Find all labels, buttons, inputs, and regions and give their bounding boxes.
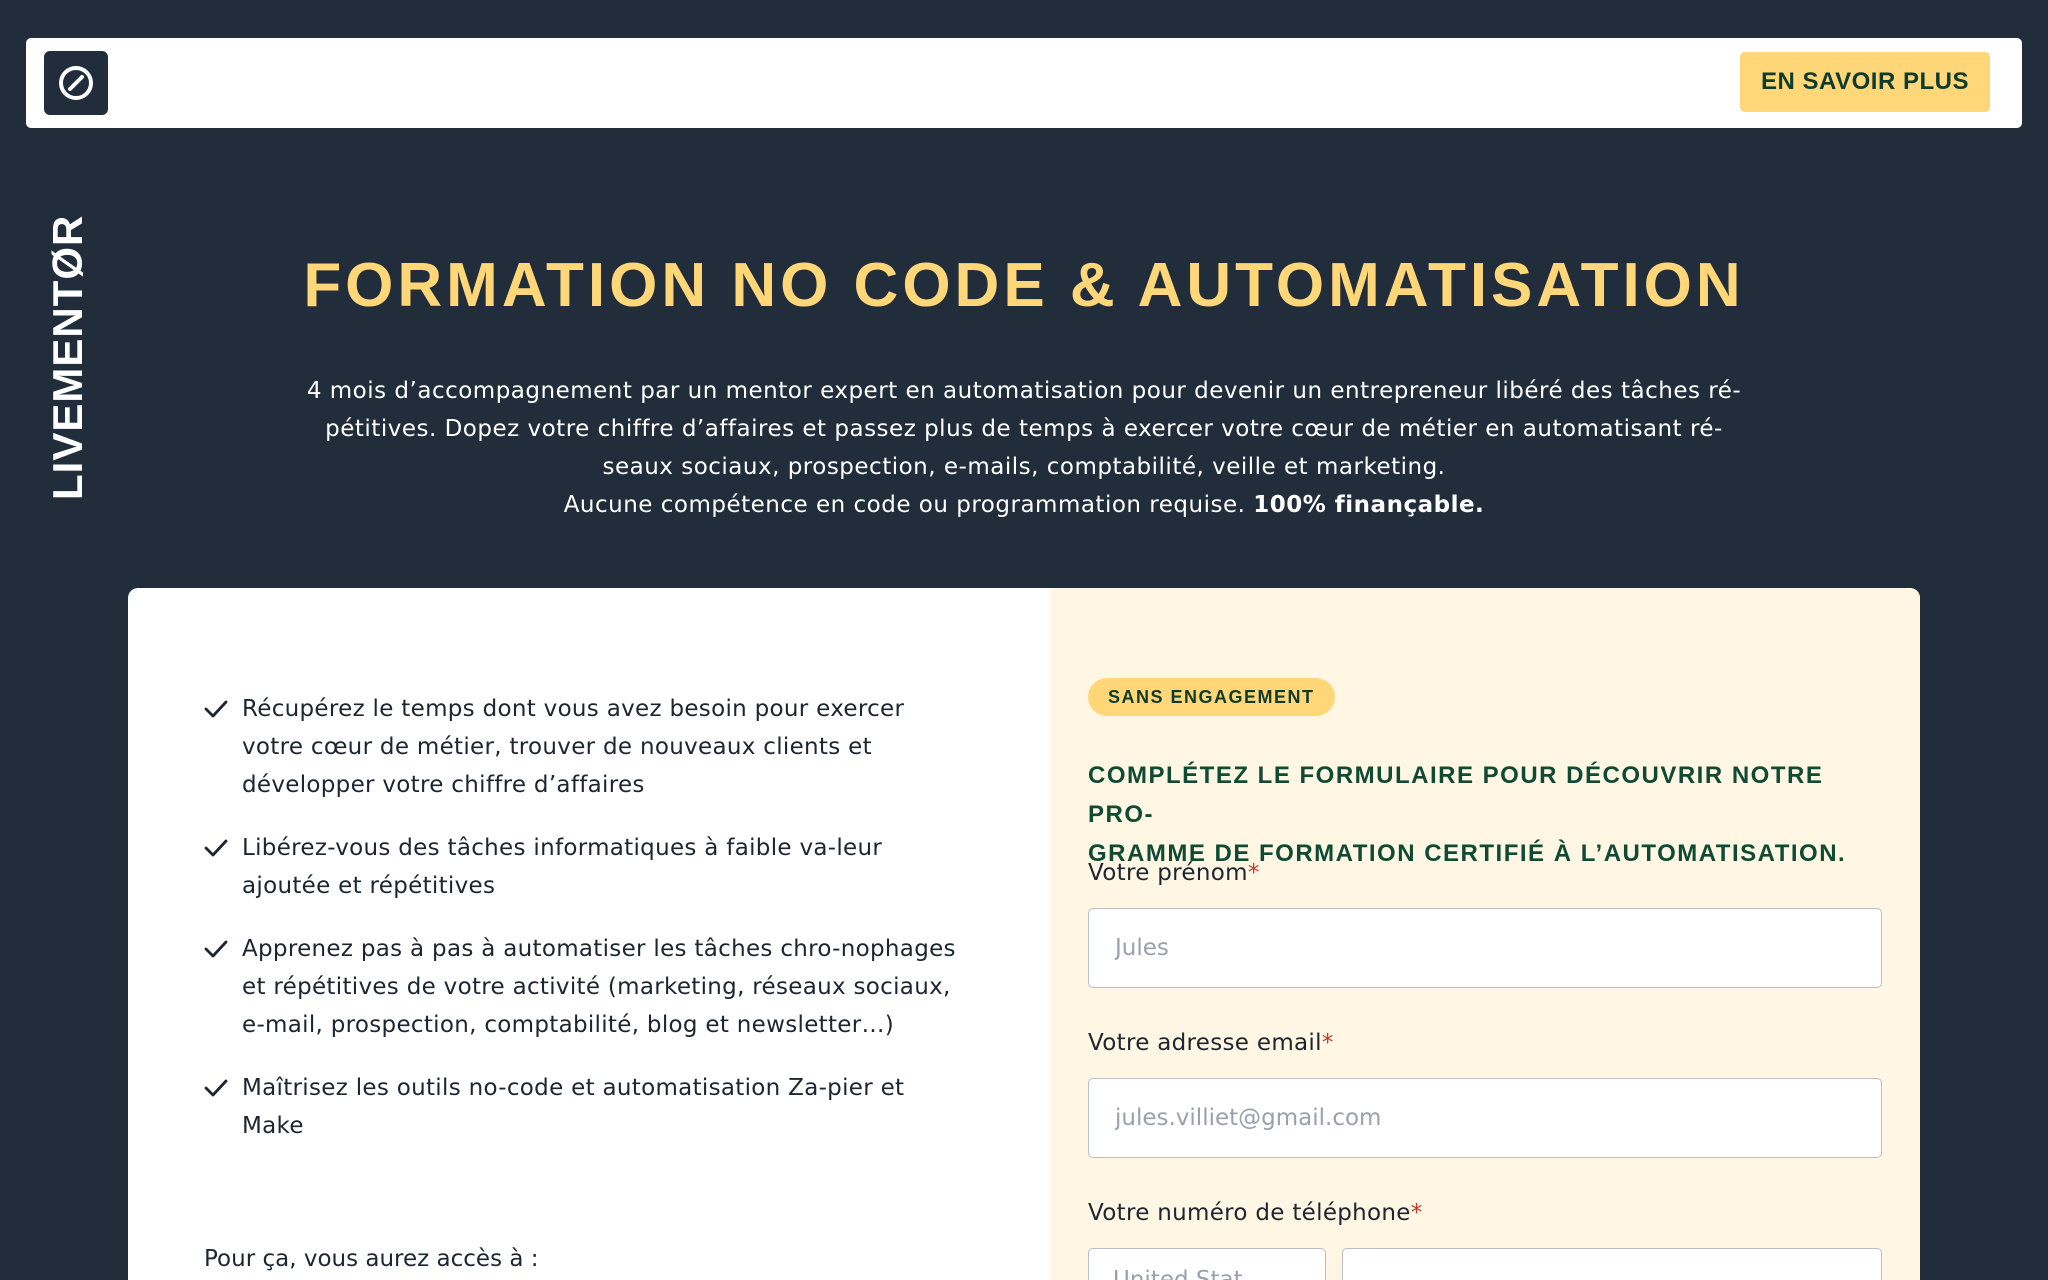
benefit-item: Maîtrisez les outils no-code et automati…: [204, 1069, 964, 1145]
required-mark: *: [1247, 860, 1260, 886]
compass-icon[interactable]: [44, 51, 108, 115]
email-input[interactable]: [1088, 1078, 1882, 1158]
benefit-item: Apprenez pas à pas à automatiser les tâc…: [204, 930, 964, 1044]
benefits-list: Récupérez le temps dont vous avez besoin…: [204, 690, 964, 1170]
hero-description-text: Aucune compétence en code ou programmati…: [563, 492, 1254, 518]
benefit-text: Maîtrisez les outils no-code et automati…: [242, 1075, 905, 1139]
check-icon: [204, 1069, 230, 1107]
page-title: FORMATION NO CODE & AUTOMATISATION: [303, 251, 1745, 320]
email-label-text: Votre adresse email: [1088, 1030, 1322, 1056]
first-name-input[interactable]: [1088, 908, 1882, 988]
financing-highlight: 100% finançable.: [1253, 492, 1485, 518]
required-mark: *: [1321, 1030, 1334, 1056]
form-heading-line: COMPLÉTEZ LE FORMULAIRE POUR DÉCOUVRIR N…: [1088, 762, 1824, 828]
phone-label-text: Votre numéro de téléphone: [1088, 1200, 1411, 1226]
check-icon: [204, 930, 230, 968]
first-name-label-text: Votre prénom: [1088, 860, 1248, 886]
first-name-label: Votre prénom*: [1088, 860, 1260, 886]
email-label: Votre adresse email*: [1088, 1030, 1334, 1056]
check-icon: [204, 829, 230, 867]
hero-description: 4 mois d’accompagnement par un mentor ex…: [250, 372, 1798, 524]
hero-description-line: pétitives. Dopez votre chiffre d’affaire…: [325, 416, 1723, 442]
learn-more-button[interactable]: EN SAVOIR PLUS: [1740, 52, 1990, 112]
hero-description-line: Aucune compétence en code ou programmati…: [250, 486, 1798, 524]
required-mark: *: [1410, 1200, 1423, 1226]
content-card: Récupérez le temps dont vous avez besoin…: [128, 588, 1920, 1280]
no-commitment-badge: SANS ENGAGEMENT: [1088, 678, 1335, 716]
benefit-item: Récupérez le temps dont vous avez besoin…: [204, 690, 964, 804]
phone-country-select[interactable]: United Stat: [1088, 1248, 1326, 1280]
top-navbar: EN SAVOIR PLUS: [26, 38, 2022, 128]
phone-label: Votre numéro de téléphone*: [1088, 1200, 1423, 1226]
phone-number-input[interactable]: [1342, 1248, 1882, 1280]
benefit-text: Libérez-vous des tâches informatiques à …: [242, 835, 883, 899]
signup-form-panel: SANS ENGAGEMENT COMPLÉTEZ LE FORMULAIRE …: [1050, 588, 1920, 1280]
form-heading: COMPLÉTEZ LE FORMULAIRE POUR DÉCOUVRIR N…: [1088, 756, 1888, 873]
hero-description-line: 4 mois d’accompagnement par un mentor ex…: [306, 378, 1742, 404]
benefit-text: Récupérez le temps dont vous avez besoin…: [242, 696, 905, 798]
hero-description-line: seaux sociaux, prospection, e-mails, com…: [602, 454, 1446, 480]
benefit-text: Apprenez pas à pas à automatiser les tâc…: [242, 936, 956, 1038]
benefit-item: Libérez-vous des tâches informatiques à …: [204, 829, 964, 905]
check-icon: [204, 690, 230, 728]
access-intro: Pour ça, vous aurez accès à :: [204, 1246, 539, 1272]
